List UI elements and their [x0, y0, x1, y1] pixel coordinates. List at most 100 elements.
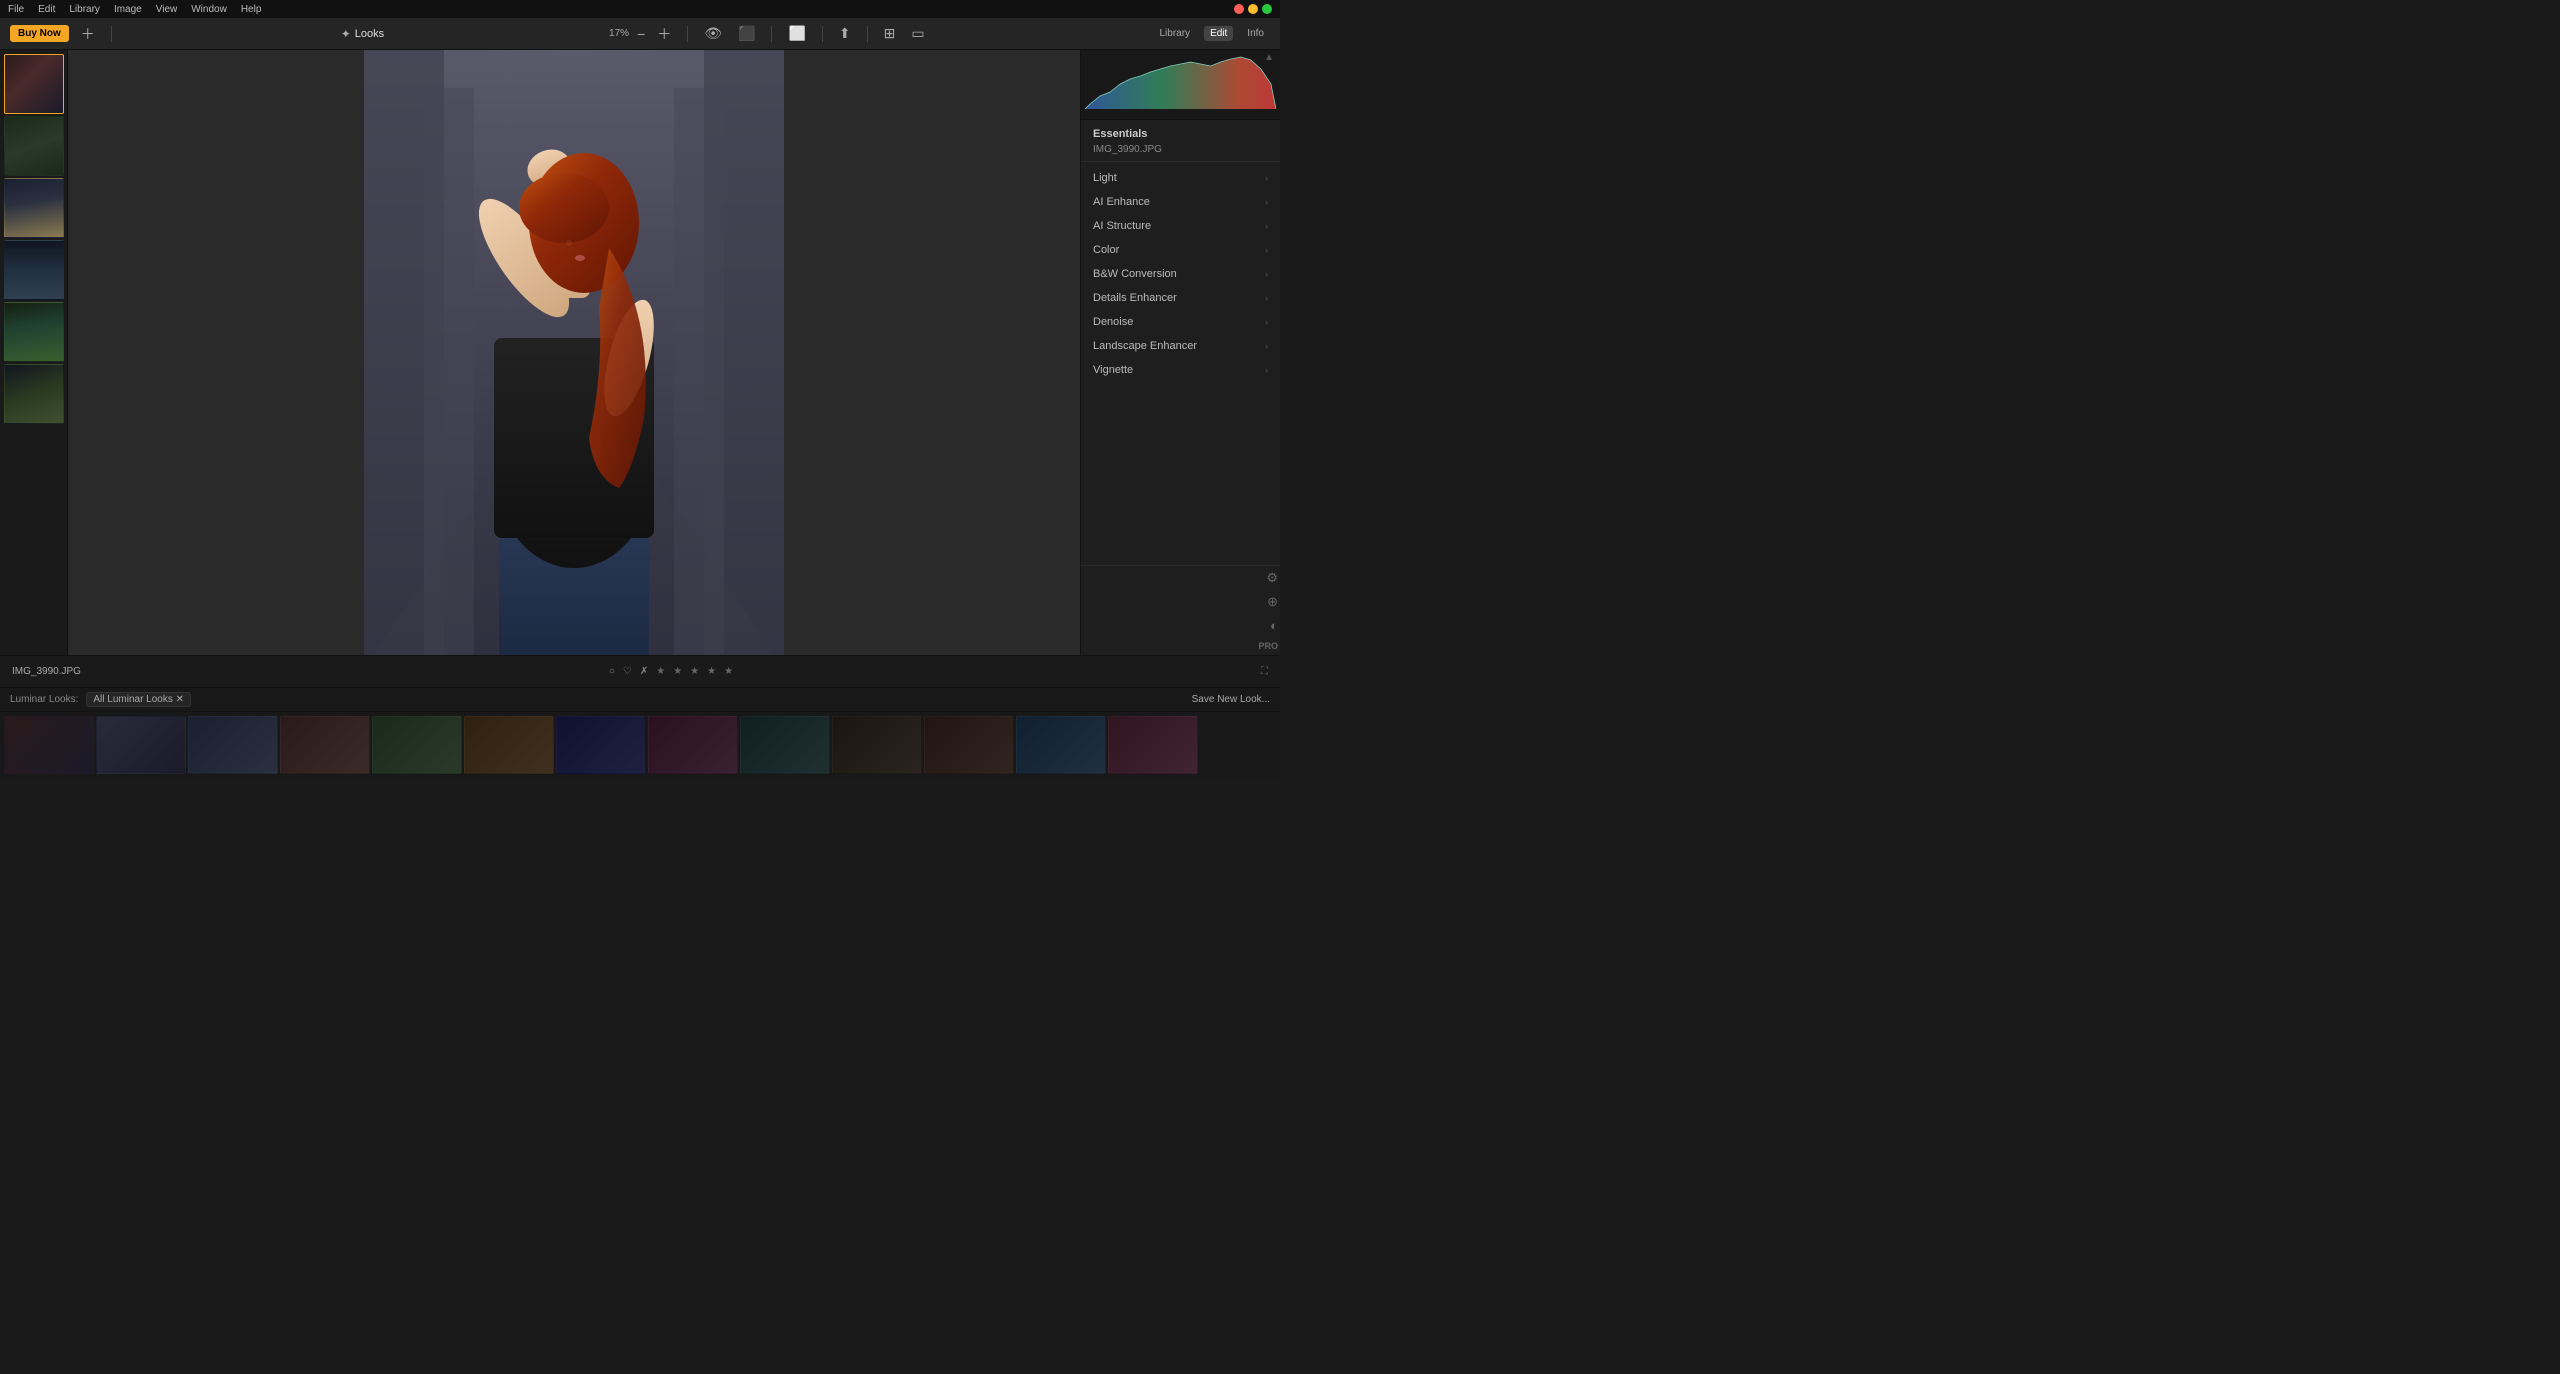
panel-item-landscape-enhancer[interactable]: Landscape Enhancer ›	[1081, 334, 1280, 358]
rating-star-1[interactable]: ★	[656, 666, 665, 677]
bottom-thumb-11[interactable]	[924, 716, 1014, 774]
bottom-thumb-9[interactable]	[740, 716, 830, 774]
menu-image[interactable]: Image	[114, 4, 142, 15]
info-tab[interactable]: Info	[1241, 26, 1270, 41]
flag-icon[interactable]: ○	[609, 666, 615, 677]
rating-star-2[interactable]: ★	[673, 666, 682, 677]
bottom-filmstrip: Luminar Looks: All Luminar Looks ✕ Save …	[0, 687, 1280, 777]
window-controls	[1234, 4, 1272, 14]
menu-help[interactable]: Help	[241, 4, 262, 15]
bw-conversion-label: B&W Conversion	[1093, 268, 1177, 280]
bottom-thumb-2[interactable]	[96, 716, 186, 774]
minimize-icon[interactable]	[1248, 4, 1258, 14]
color-label: Color	[1093, 244, 1119, 256]
rating-star-3[interactable]: ★	[690, 666, 699, 677]
status-filename: IMG_3990.JPG	[12, 666, 81, 677]
thumbnail-4[interactable]	[4, 240, 64, 300]
bottom-thumbs-row	[0, 712, 1280, 777]
eye-button[interactable]: 👁	[700, 23, 726, 44]
panel-item-ai-enhance[interactable]: AI Enhance ›	[1081, 190, 1280, 214]
denoise-label: Denoise	[1093, 316, 1133, 328]
maximize-icon[interactable]	[1262, 4, 1272, 14]
bottom-thumb-13[interactable]	[1108, 716, 1198, 774]
light-label: Light	[1093, 172, 1117, 184]
thumbnail-5[interactable]	[4, 302, 64, 362]
main-layout: ▲ Essentials IMG_3990.JPG Light	[0, 50, 1280, 655]
filmstrip-left	[0, 50, 68, 655]
separator-3	[771, 26, 772, 42]
bottom-thumb-12[interactable]	[1016, 716, 1106, 774]
panel-item-bw-conversion[interactable]: B&W Conversion ›	[1081, 262, 1280, 286]
vignette-arrow: ›	[1265, 365, 1268, 375]
bottom-thumb-1[interactable]	[4, 716, 94, 774]
zoom-in-button[interactable]: ＋	[653, 22, 675, 46]
library-tab[interactable]: Library	[1153, 26, 1196, 41]
bottom-thumb-6[interactable]	[464, 716, 554, 774]
save-look-button[interactable]: Save New Look...	[1192, 694, 1270, 705]
menu-library[interactable]: Library	[69, 4, 100, 15]
bottom-thumb-10[interactable]	[832, 716, 922, 774]
thumbnail-6[interactable]	[4, 364, 64, 424]
panel-item-vignette[interactable]: Vignette ›	[1081, 358, 1280, 382]
menu-file[interactable]: File	[8, 4, 24, 15]
separator-5	[867, 26, 868, 42]
looks-icon: ✦	[341, 27, 351, 41]
zoom-out-button[interactable]: −	[633, 24, 649, 44]
canvas-area[interactable]	[68, 50, 1080, 655]
details-enhancer-arrow: ›	[1265, 293, 1268, 303]
status-center: ○ ♡ ✗ ★ ★ ★ ★ ★	[91, 666, 1251, 677]
share-button[interactable]: ⬆	[835, 23, 855, 44]
histogram-area: ▲	[1081, 50, 1280, 120]
ai-enhance-label: AI Enhance	[1093, 196, 1150, 208]
status-bar: IMG_3990.JPG ○ ♡ ✗ ★ ★ ★ ★ ★ ⛶	[0, 655, 1280, 687]
toolbar-right: Library Edit Info	[1153, 26, 1270, 41]
rating-star-5[interactable]: ★	[724, 666, 733, 677]
bottom-thumb-7[interactable]	[556, 716, 646, 774]
panel-item-denoise[interactable]: Denoise ›	[1081, 310, 1280, 334]
heart-icon[interactable]: ♡	[623, 666, 632, 677]
landscape-enhancer-label: Landscape Enhancer	[1093, 340, 1197, 352]
separator-2	[687, 26, 688, 42]
reject-icon[interactable]: ✗	[640, 666, 648, 677]
layers-icon[interactable]: ⊕	[1267, 594, 1278, 610]
bottom-thumb-5[interactable]	[372, 716, 462, 774]
ai-structure-label: AI Structure	[1093, 220, 1151, 232]
light-arrow: ›	[1265, 173, 1268, 183]
thumbnail-1[interactable]	[4, 54, 64, 114]
histogram-collapse[interactable]: ▲	[1264, 52, 1274, 63]
looks-label[interactable]: Looks	[355, 28, 384, 40]
compare-button[interactable]: ⬛	[734, 23, 759, 44]
bw-conversion-arrow: ›	[1265, 269, 1268, 279]
pro-icon[interactable]: PRO	[1258, 641, 1278, 651]
layout-button[interactable]: ▭	[907, 23, 928, 44]
thumbnail-3[interactable]	[4, 178, 64, 238]
panel-item-light[interactable]: Light ›	[1081, 166, 1280, 190]
separator-4	[822, 26, 823, 42]
rating-star-4[interactable]: ★	[707, 666, 716, 677]
fullscreen-icon[interactable]: ⛶	[1261, 666, 1268, 677]
bottom-thumb-8[interactable]	[648, 716, 738, 774]
ai-enhance-arrow: ›	[1265, 197, 1268, 207]
panel-bottom-icons: ⚙ ⊕ ◐ PRO	[1081, 565, 1280, 655]
menu-edit[interactable]: Edit	[38, 4, 55, 15]
bottom-thumb-4[interactable]	[280, 716, 370, 774]
zoom-level: 17%	[609, 28, 629, 39]
close-icon[interactable]	[1234, 4, 1244, 14]
details-enhancer-label: Details Enhancer	[1093, 292, 1177, 304]
add-button[interactable]: ＋	[77, 22, 99, 46]
looks-dropdown[interactable]: All Luminar Looks ✕	[86, 692, 191, 707]
thumbnail-2[interactable]	[4, 116, 64, 176]
bottom-thumb-3[interactable]	[188, 716, 278, 774]
grid-button[interactable]: ⊞	[880, 23, 900, 44]
panel-item-color[interactable]: Color ›	[1081, 238, 1280, 262]
buy-now-button[interactable]: Buy Now	[10, 25, 69, 42]
toolbar: Buy Now ＋ ✦ Looks 17% − ＋ 👁 ⬛ ⬜ ⬆ ⊞ ▭ Li…	[0, 18, 1280, 50]
menu-window[interactable]: Window	[191, 4, 227, 15]
edit-tab[interactable]: Edit	[1204, 26, 1233, 41]
settings-icon[interactable]: ⚙	[1266, 570, 1278, 586]
panel-item-ai-structure[interactable]: AI Structure ›	[1081, 214, 1280, 238]
mask-icon[interactable]: ◐	[1270, 618, 1278, 633]
crop-button[interactable]: ⬜	[784, 23, 809, 44]
panel-item-details-enhancer[interactable]: Details Enhancer ›	[1081, 286, 1280, 310]
menu-view[interactable]: View	[156, 4, 178, 15]
